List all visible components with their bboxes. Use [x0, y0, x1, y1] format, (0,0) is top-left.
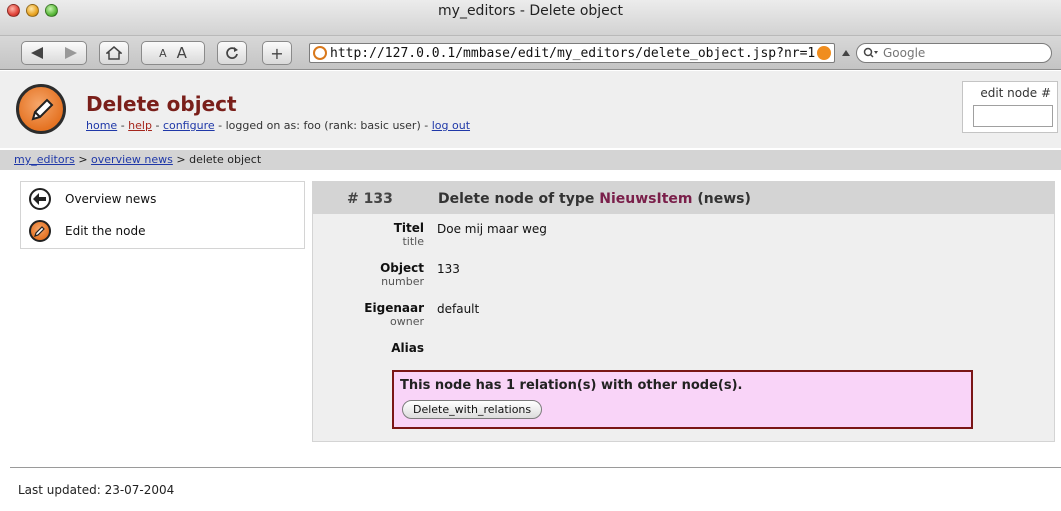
home-icon: [106, 46, 122, 60]
search-icon: [863, 47, 878, 58]
breadcrumb: my_editors > overview news > delete obje…: [0, 150, 1061, 170]
field-label: Object number: [380, 261, 424, 288]
panel-header: # 133 Delete node of type NieuwsItem (ne…: [313, 182, 1054, 214]
field-value: 133: [437, 262, 460, 276]
back-arrow-icon: [29, 188, 51, 210]
back-forward-icon: [31, 47, 77, 59]
window-titlebar: my_editors - Delete object: [0, 0, 1061, 36]
separator: -: [155, 119, 160, 132]
site-favicon-icon: [313, 46, 327, 60]
text-smaller-button[interactable]: A: [159, 47, 167, 60]
back-forward-button[interactable]: [21, 41, 87, 65]
url-dropdown-icon[interactable]: [842, 50, 850, 56]
page-header: Delete object home - help - configure - …: [0, 71, 1061, 148]
reload-icon: [226, 47, 238, 59]
node-type-name: NieuwsItem: [599, 191, 693, 207]
configure-link[interactable]: configure: [163, 119, 215, 132]
home-button[interactable]: [99, 41, 129, 65]
field-sub: number: [381, 275, 424, 288]
breadcrumb-current: delete object: [189, 153, 262, 166]
page-title: Delete object: [86, 92, 237, 116]
breadcrumb-root-link[interactable]: my_editors: [14, 153, 75, 166]
field-name: Eigenaar: [364, 301, 424, 315]
sidebar: Overview news Edit the node: [20, 181, 305, 249]
separator: -: [120, 119, 125, 132]
add-bookmark-button[interactable]: +: [262, 41, 292, 65]
edit-node-input[interactable]: [973, 105, 1053, 127]
last-updated-text: Last updated: 23-07-2004: [18, 483, 175, 497]
separator: -: [218, 119, 223, 132]
field-name: Object: [380, 261, 424, 275]
field-label: Alias: [391, 341, 424, 355]
home-link[interactable]: home: [86, 119, 117, 132]
browser-toolbar: A A +: [0, 36, 1061, 70]
field-value: default: [437, 302, 480, 316]
delete-with-relations-button[interactable]: Delete_with_relations: [402, 400, 543, 419]
edit-node-box: edit node #: [962, 81, 1058, 133]
sidebar-item-edit-node[interactable]: Edit the node: [29, 220, 146, 242]
text-larger-button[interactable]: A: [177, 44, 187, 62]
search-input[interactable]: [883, 46, 1033, 60]
field-sub: title: [402, 235, 424, 248]
pencil-icon: [29, 220, 51, 242]
field-sub: owner: [390, 315, 424, 328]
text-size-buttons[interactable]: A A: [141, 41, 205, 65]
url-input[interactable]: [330, 45, 817, 61]
user-nav-line: home - help - configure - logged on as: …: [86, 119, 470, 132]
page-content: Delete object home - help - configure - …: [0, 71, 1061, 511]
breadcrumb-parent-link[interactable]: overview news: [91, 153, 173, 166]
panel-title-prefix: Delete node of type: [438, 191, 595, 207]
node-type-suffix: (news): [697, 191, 751, 207]
pencil-logo-icon: [16, 84, 66, 134]
field-name: Alias: [391, 341, 424, 355]
reload-button[interactable]: [217, 41, 247, 65]
separator: -: [424, 119, 429, 132]
field-name: Titel: [393, 221, 424, 235]
logged-on-text: logged on as: foo (rank: basic user): [225, 119, 421, 132]
sidebar-item-label: Edit the node: [65, 224, 146, 238]
field-label: Titel title: [394, 221, 424, 248]
logout-link[interactable]: log out: [432, 119, 470, 132]
search-box[interactable]: [856, 43, 1052, 63]
sidebar-item-overview-news[interactable]: Overview news: [29, 188, 156, 210]
sidebar-item-label: Overview news: [65, 192, 157, 206]
edit-node-label: edit node #: [980, 86, 1051, 100]
breadcrumb-separator: >: [176, 153, 186, 166]
node-number: # 133: [347, 191, 393, 207]
window-title: my_editors - Delete object: [438, 3, 623, 19]
help-link[interactable]: help: [128, 119, 152, 132]
address-bar[interactable]: [309, 43, 835, 63]
relation-warning-box: This node has 1 relation(s) with other n…: [392, 370, 973, 429]
relation-warning-message: This node has 1 relation(s) with other n…: [400, 378, 743, 393]
footer-divider: [10, 467, 1061, 468]
go-icon[interactable]: [817, 46, 831, 60]
field-value: Doe mij maar weg: [437, 222, 547, 236]
field-label: Eigenaar owner: [364, 301, 424, 328]
breadcrumb-separator: >: [78, 153, 88, 166]
panel-title: Delete node of type NieuwsItem (news): [438, 191, 751, 207]
delete-node-panel: # 133 Delete node of type NieuwsItem (ne…: [312, 181, 1055, 442]
